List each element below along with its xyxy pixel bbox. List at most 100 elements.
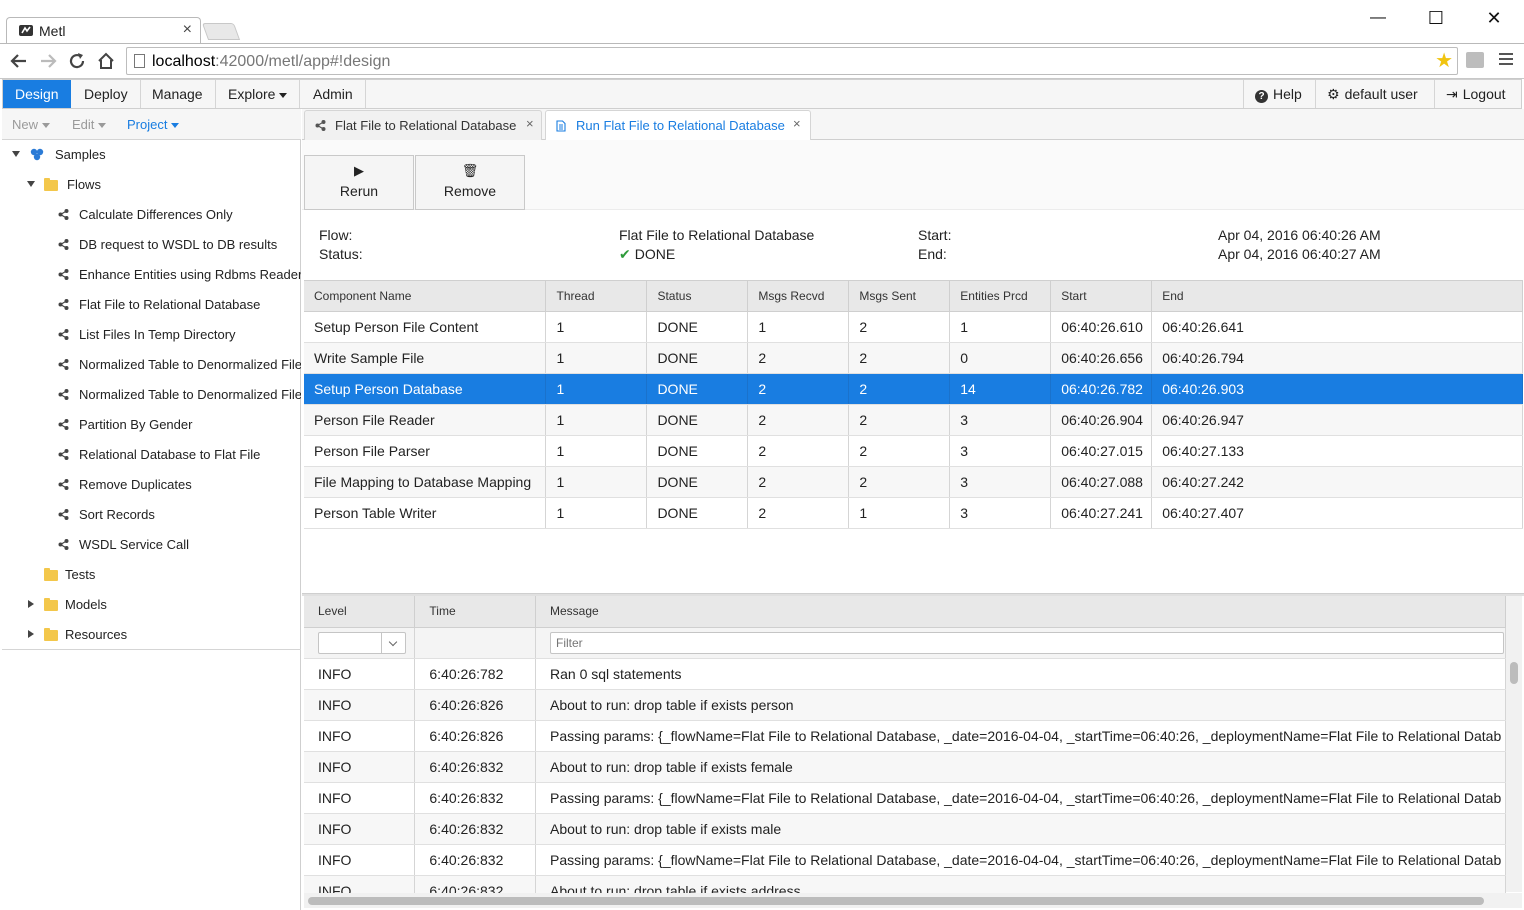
menu-manage[interactable]: Manage [140,80,216,108]
maximize-icon[interactable]: ☐ [1418,6,1454,30]
menu-design[interactable]: Design [3,80,71,108]
expand-arrow-icon[interactable] [28,600,34,608]
log-row[interactable]: INFO 6:40:26:832 Passing params: {_flowNam… [304,844,1506,876]
tree-label: Calculate Differences Only [79,207,233,222]
log-horizontal-scrollbar[interactable] [304,893,1522,908]
log-row[interactable]: INFO 6:40:26:826 About to run: drop table … [304,689,1506,721]
user-button[interactable]: ⚙ default user [1315,80,1429,108]
rerun-button[interactable]: ▶ Rerun [304,155,414,210]
tree-node-flow[interactable]: Partition By Gender [2,410,301,440]
address-url[interactable]: localhost:42000/metl/app#!design [152,53,390,71]
tree-node-flow[interactable]: Calculate Differences Only [2,200,301,230]
table-row[interactable]: Write Sample File 1 DONE 2 2 0 06:40:26.656 06:… [304,342,1523,374]
tree-node-flows[interactable]: Flows [2,170,301,200]
tree-node-flow[interactable]: Remove Duplicates [2,470,301,500]
column-header[interactable]: End [1151,280,1523,312]
back-arrow-icon[interactable] [7,49,31,73]
table-cell: DONE [646,373,749,405]
table-row[interactable]: Person File Reader 1 DONE 2 2 3 06:40:26.904 06… [304,404,1523,436]
tree-node-resources[interactable]: Resources [2,620,301,649]
scrollbar-thumb[interactable] [1510,662,1518,684]
address-bar[interactable]: localhost:42000/metl/app#!design ★ [126,47,1458,75]
column-header[interactable]: Thread [545,280,648,312]
tab-close-icon[interactable]: × [526,116,534,131]
level-filter-select[interactable] [318,631,406,654]
log-column-header[interactable]: Time [414,596,536,628]
tree-node-flow[interactable]: Normalized Table to Denormalized File [2,350,301,380]
tree-node-flow[interactable]: WSDL Service Call [2,530,301,560]
trash-icon: 🗑 [461,163,479,178]
tree-node-flow[interactable]: Flat File to Relational Database [2,290,301,320]
home-icon[interactable] [94,49,118,73]
column-header[interactable]: Status [646,280,749,312]
tab-flat-file-to-relational-database[interactable]: Flat File to Relational Database × [304,110,542,140]
browser-menu-icon[interactable] [1499,53,1513,67]
tree-node-flow[interactable]: Sort Records [2,500,301,530]
expand-arrow-icon[interactable] [28,630,34,638]
log-row[interactable]: INFO 6:40:26:832 About to run: drop table … [304,751,1506,783]
log-vertical-scrollbar[interactable] [1506,596,1522,892]
extension-icon[interactable] [1466,52,1484,68]
expand-arrow-icon[interactable] [12,151,20,157]
table-row[interactable]: Person Table Writer 1 DONE 2 1 3 06:40:27.241 0… [304,497,1523,529]
log-row[interactable]: INFO 6:40:26:832 About to run: drop table … [304,813,1506,845]
table-cell: 1 [545,497,648,529]
project-icon [30,148,44,161]
tree-node-models[interactable]: Models [2,590,301,620]
tab-close-icon[interactable]: × [793,116,801,131]
menu-admin[interactable]: Admin [301,80,366,108]
expand-arrow-icon[interactable] [27,181,35,187]
logout-button[interactable]: ⇥ Logout [1434,80,1517,108]
column-header[interactable]: Entities Prcd [949,280,1052,312]
log-row[interactable]: INFO 6:40:26:782 Ran 0 sql statements [304,658,1506,690]
log-column-header[interactable]: Level [304,596,416,628]
log-row[interactable]: INFO 6:40:26:832 Passing params: {_flowNam… [304,782,1506,814]
table-row[interactable]: File Mapping to Database Mapping 1 DONE 2 2 3… [304,466,1523,498]
remove-button[interactable]: 🗑 Remove [415,155,525,210]
tree-node-flow[interactable]: Normalized Table to Denormalized File [2,380,301,410]
tree-node-tests[interactable]: Tests [2,560,301,590]
project-explorer: New Edit Project Samples Flows Calculate… [2,109,301,910]
table-cell: 2 [747,342,850,374]
log-filter-row [304,627,1506,659]
menu-deploy[interactable]: Deploy [72,80,141,108]
scrollbar-thumb[interactable] [308,897,1484,905]
tree-node-flow[interactable]: Relational Database to Flat File [2,440,301,470]
chevron-down-icon[interactable] [381,632,405,653]
tree-node-flow[interactable]: List Files In Temp Directory [2,320,301,350]
table-cell: DONE [646,342,749,374]
tree-label: Partition By Gender [79,417,193,432]
log-row[interactable]: INFO 6:40:26:826 Passing params: {_flowNam… [304,720,1506,752]
tree-label: DB request to WSDL to DB results [79,237,278,252]
column-header[interactable]: Msgs Recvd [747,280,850,312]
table-row[interactable]: Setup Person Database 1 DONE 2 2 14 06:40:26.7… [304,373,1523,405]
menu-explore[interactable]: Explore [216,80,301,108]
message-filter-input[interactable] [550,631,1504,654]
browser-tab-close-icon[interactable]: × [183,21,192,39]
log-cell: Passing params: {_flowName=Flat File to … [535,782,1506,814]
bookmark-star-icon[interactable]: ★ [1435,50,1453,72]
project-menu[interactable]: Project [127,117,180,132]
table-row[interactable]: Setup Person File Content 1 DONE 1 2 1 06:40:2… [304,311,1523,343]
minimize-icon[interactable]: — [1360,6,1396,30]
tree-node-flow[interactable]: DB request to WSDL to DB results [2,230,301,260]
edit-menu[interactable]: Edit [72,117,107,132]
forward-arrow-icon[interactable] [36,49,60,73]
tree-node-samples[interactable]: Samples [2,140,301,170]
browser-tab[interactable]: Metl × [6,17,201,44]
tree-node-flow[interactable]: Enhance Entities using Rdbms Reader [2,260,301,290]
column-header[interactable]: Component Name [304,280,547,312]
help-button[interactable]: ? Help [1243,80,1313,108]
flow-share-icon [58,449,69,460]
tree-label: Flows [67,177,101,192]
tab-run-flat-file-to-relational-database[interactable]: Run Flat File to Relational Database × [545,110,811,141]
log-column-header[interactable]: Message [535,596,1506,628]
table-row[interactable]: Person File Parser 1 DONE 2 2 3 06:40:27.015 06… [304,435,1523,467]
reload-icon[interactable] [65,49,89,73]
table-cell: DONE [646,311,749,343]
new-menu[interactable]: New [12,117,51,132]
window-close-icon[interactable]: ✕ [1476,6,1512,30]
new-tab-button[interactable] [201,23,241,40]
column-header[interactable]: Msgs Sent [848,280,951,312]
column-header[interactable]: Start [1050,280,1153,312]
